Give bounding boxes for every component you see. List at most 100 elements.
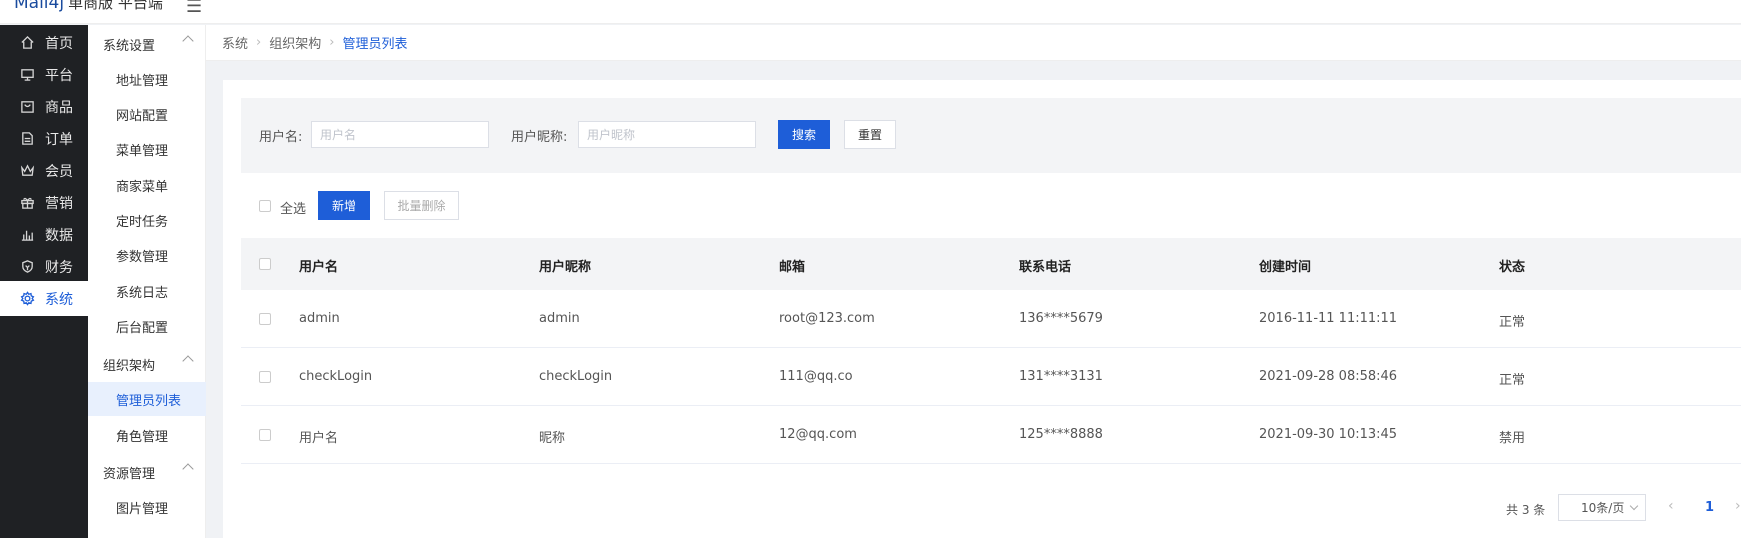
- cell-status: 正常: [1499, 315, 1526, 330]
- select-all-label[interactable]: 全选: [280, 198, 306, 217]
- app-logo[interactable]: Mall4j 单商版 平台端: [14, 0, 163, 13]
- main-menu-item-data[interactable]: 数据: [0, 217, 88, 252]
- submenu-item[interactable]: 商家菜单: [88, 168, 206, 202]
- submenu-item[interactable]: 定时任务: [88, 203, 206, 237]
- submenu-item-label: 定时任务: [116, 214, 169, 230]
- submenu-group-label: 系统设置: [103, 38, 156, 54]
- cell-nickname: 昵称: [539, 431, 566, 446]
- submenu-item[interactable]: 网站配置: [88, 97, 206, 131]
- bag-icon: [18, 98, 36, 116]
- menu-toggle-icon[interactable]: ☰: [186, 0, 202, 17]
- home-icon: [18, 34, 36, 52]
- page-size-select[interactable]: 10条/页: [1558, 494, 1646, 521]
- prev-page-icon[interactable]: ‹: [1668, 498, 1674, 514]
- cell-status: 禁用: [1499, 431, 1526, 446]
- submenu-item-label: 角色管理: [116, 429, 169, 445]
- shield-icon: [18, 258, 36, 276]
- main-menu-label: 商品: [45, 99, 73, 116]
- submenu-item-label: 参数管理: [116, 249, 169, 265]
- submenu-group-organization[interactable]: 组织架构: [88, 347, 206, 381]
- chevron-right-icon: ›: [256, 35, 262, 50]
- table-row[interactable]: admin admin root@123.com 136****5679 201…: [241, 290, 1741, 348]
- username-input[interactable]: [311, 121, 489, 148]
- breadcrumb-item[interactable]: 组织架构: [269, 33, 321, 52]
- column-header: 联系电话: [1019, 260, 1072, 275]
- column-header: 状态: [1499, 260, 1526, 275]
- main-menu-item-member[interactable]: 会员: [0, 153, 88, 188]
- submenu-item-label: 网站配置: [116, 108, 169, 124]
- main-menu-item-product[interactable]: 商品: [0, 89, 88, 124]
- main-menu-item-system[interactable]: 系统: [0, 281, 88, 316]
- row-checkbox[interactable]: [259, 371, 271, 383]
- row-checkbox[interactable]: [259, 313, 271, 325]
- logo-text: Mall4j: [14, 0, 65, 13]
- submenu-item-label: 系统日志: [116, 285, 169, 301]
- cell-nickname: checkLogin: [539, 369, 613, 384]
- reset-button[interactable]: 重置: [844, 120, 896, 149]
- select-all-checkbox[interactable]: [259, 200, 271, 212]
- search-form: 用户名: 用户昵称: 搜索 重置: [241, 98, 1741, 173]
- monitor-icon: [18, 66, 36, 84]
- submenu-item-label: 图片管理: [116, 501, 169, 517]
- row-checkbox[interactable]: [259, 429, 271, 441]
- content-card: 用户名: 用户昵称: 搜索 重置 全选 新增 批量删除 用户名 用户昵称 邮箱 …: [223, 80, 1741, 538]
- main-menu-label: 平台: [45, 67, 73, 84]
- main-menu-item-platform[interactable]: 平台: [0, 57, 88, 92]
- cell-email: 12@qq.com: [779, 427, 857, 442]
- chevron-right-icon: ›: [329, 35, 335, 50]
- gift-icon: [18, 194, 36, 212]
- sub-sidebar: 系统设置 地址管理 网站配置 菜单管理 商家菜单 定时任务 参数管理 系统日志 …: [88, 25, 206, 538]
- submenu-item-label: 菜单管理: [116, 143, 169, 159]
- document-icon: [18, 130, 36, 148]
- main-menu-label: 财务: [45, 259, 73, 276]
- cell-username: admin: [299, 311, 340, 326]
- submenu-item-admin-list[interactable]: 管理员列表: [88, 382, 206, 416]
- submenu-item-label: 管理员列表: [116, 393, 182, 409]
- pagination-current-page[interactable]: 1: [1705, 500, 1714, 515]
- main-menu-item-order[interactable]: 订单: [0, 121, 88, 156]
- submenu-item[interactable]: 参数管理: [88, 238, 206, 272]
- main-menu-item-finance[interactable]: 财务: [0, 249, 88, 284]
- submenu-item[interactable]: 地址管理: [88, 62, 206, 96]
- cell-username: 用户名: [299, 431, 339, 446]
- submenu-group-label: 组织架构: [103, 358, 156, 374]
- submenu-item[interactable]: 后台配置: [88, 309, 206, 343]
- cell-created-time: 2016-11-11 11:11:11: [1259, 311, 1398, 326]
- cell-created-time: 2021-09-30 10:13:45: [1259, 427, 1398, 442]
- table-header: 用户名 用户昵称 邮箱 联系电话 创建时间 状态: [241, 238, 1741, 290]
- submenu-group-label: 资源管理: [103, 466, 156, 482]
- bar-chart-icon: [18, 226, 36, 244]
- header-checkbox[interactable]: [259, 258, 271, 270]
- main-menu-label: 营销: [45, 195, 73, 212]
- crown-icon: [18, 162, 36, 180]
- submenu-group-system-settings[interactable]: 系统设置: [88, 27, 206, 61]
- main-menu-item-marketing[interactable]: 营销: [0, 185, 88, 220]
- gear-icon: [18, 290, 36, 308]
- submenu-group-resources[interactable]: 资源管理: [88, 455, 206, 489]
- table-row[interactable]: 用户名 昵称 12@qq.com 125****8888 2021-09-30 …: [241, 406, 1741, 464]
- cell-created-time: 2021-09-28 08:58:46: [1259, 369, 1398, 384]
- cell-status: 正常: [1499, 373, 1526, 388]
- next-page-icon[interactable]: ›: [1735, 498, 1741, 514]
- cell-nickname: admin: [539, 311, 580, 326]
- nickname-input[interactable]: [578, 121, 756, 148]
- submenu-item[interactable]: 菜单管理: [88, 132, 206, 166]
- submenu-item[interactable]: 系统日志: [88, 274, 206, 308]
- main-sidebar: 首页 平台 商品 订单 会员 营销 数据 财务 系统: [0, 25, 88, 538]
- column-header: 用户名: [299, 260, 339, 275]
- column-header: 邮箱: [779, 260, 806, 275]
- chevron-up-icon: [182, 463, 194, 475]
- search-button[interactable]: 搜索: [778, 120, 830, 149]
- column-header: 用户昵称: [539, 260, 592, 275]
- main-menu-item-home[interactable]: 首页: [0, 25, 88, 60]
- chevron-down-icon: [1629, 501, 1639, 511]
- column-header: 创建时间: [1259, 260, 1312, 275]
- main-menu-label: 系统: [45, 291, 73, 308]
- batch-delete-button[interactable]: 批量删除: [384, 191, 459, 220]
- cell-username: checkLogin: [299, 369, 373, 384]
- submenu-item[interactable]: 角色管理: [88, 418, 206, 452]
- breadcrumb-item[interactable]: 系统: [222, 33, 248, 52]
- add-button[interactable]: 新增: [318, 191, 370, 220]
- submenu-item[interactable]: 图片管理: [88, 490, 206, 524]
- table-row[interactable]: checkLogin checkLogin 111@qq.co 131****3…: [241, 348, 1741, 406]
